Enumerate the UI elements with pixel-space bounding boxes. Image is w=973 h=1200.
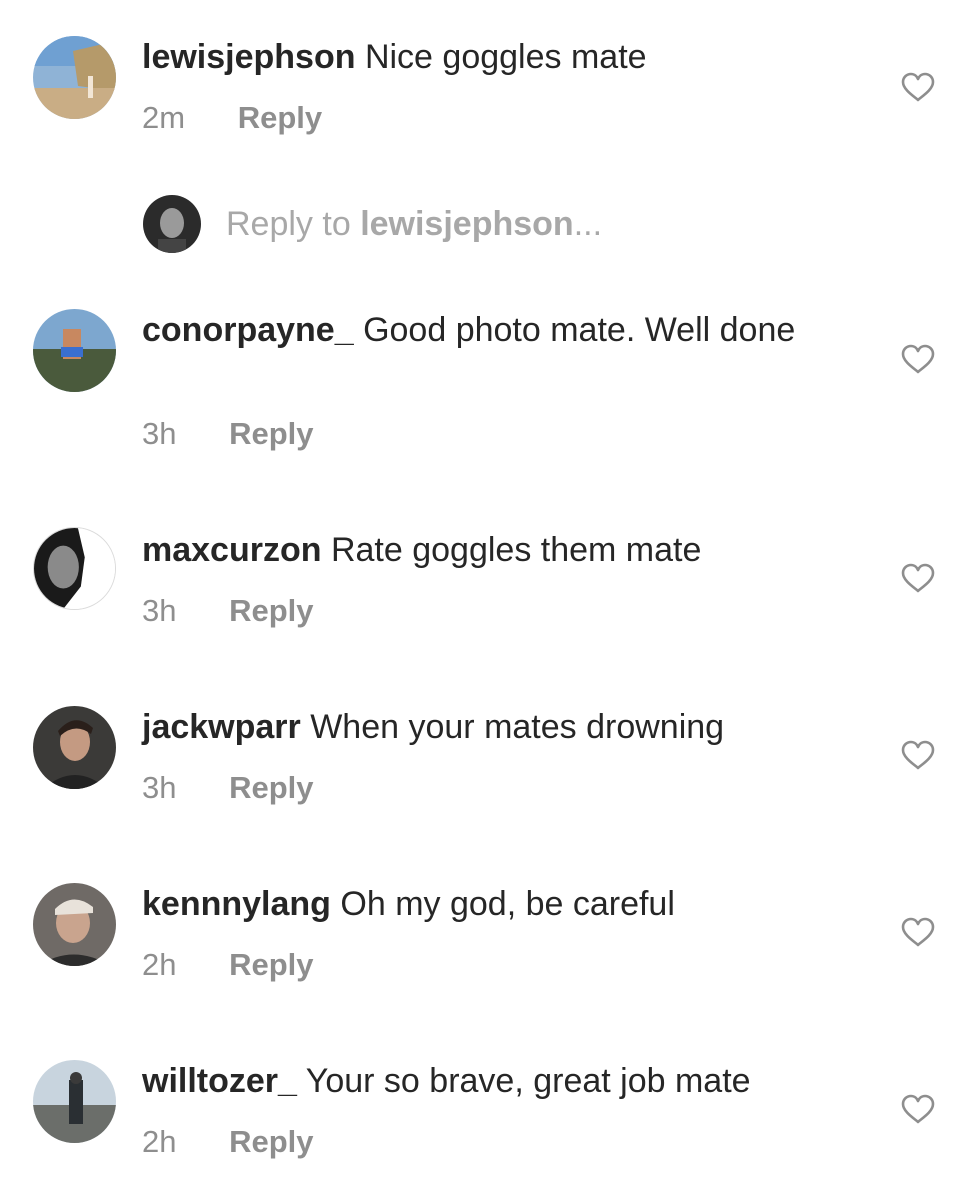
avatar[interactable] <box>33 527 116 610</box>
comment-text: conorpayne_ Good photo mate. Well done <box>142 309 842 351</box>
comment-username[interactable]: conorpayne_ <box>142 311 354 349</box>
reply-button[interactable]: Reply <box>229 1124 313 1160</box>
comment-timestamp: 3h <box>142 593 177 628</box>
comment-username[interactable]: maxcurzon <box>142 531 322 569</box>
reply-input-prefix: Reply to <box>226 205 361 243</box>
avatar[interactable] <box>33 706 116 789</box>
heart-icon[interactable] <box>901 740 935 770</box>
comment-text: willtozer_ Your so brave, great job mate <box>142 1060 842 1102</box>
comment-username[interactable]: lewisjephson <box>142 38 356 76</box>
comment-timestamp: 3h <box>142 770 177 805</box>
reply-input-target: lewisjephson <box>360 205 574 243</box>
comment-timestamp: 3h <box>142 416 177 451</box>
reply-button[interactable]: Reply <box>229 416 313 452</box>
comment-timestamp: 2m <box>142 100 186 135</box>
comment-meta: 3h Reply <box>142 416 314 452</box>
avatar <box>143 195 201 253</box>
reply-button[interactable]: Reply <box>238 100 322 136</box>
heart-icon[interactable] <box>901 563 935 593</box>
comment-text: maxcurzon Rate goggles them mate <box>142 529 842 571</box>
reply-input[interactable]: Reply to lewisjephson... <box>226 203 602 245</box>
comment-body: Rate goggles them mate <box>330 531 702 569</box>
comment-body: Good photo mate. Well done <box>363 311 796 349</box>
heart-icon[interactable] <box>901 917 935 947</box>
reply-input-suffix: ... <box>573 205 603 243</box>
comment-body: Oh my god, be careful <box>340 885 675 923</box>
comment-text: jackwparr When your mates drowning <box>142 706 842 748</box>
comment-meta: 2h Reply <box>142 947 314 983</box>
comment-meta: 3h Reply <box>142 770 314 806</box>
comment-meta: 2h Reply <box>142 1124 314 1160</box>
reply-button[interactable]: Reply <box>229 770 313 806</box>
comment-username[interactable]: willtozer_ <box>142 1062 297 1100</box>
heart-icon[interactable] <box>901 1094 935 1124</box>
reply-button[interactable]: Reply <box>229 947 313 983</box>
avatar[interactable] <box>33 1060 116 1143</box>
comment-username[interactable]: kennnylang <box>142 885 331 923</box>
heart-icon[interactable] <box>901 72 935 102</box>
comment-body: Nice goggles mate <box>364 38 647 76</box>
heart-icon[interactable] <box>901 344 935 374</box>
avatar[interactable] <box>33 36 116 119</box>
comment-body: Your so brave, great job mate <box>305 1062 751 1100</box>
reply-button[interactable]: Reply <box>229 593 313 629</box>
avatar[interactable] <box>33 883 116 966</box>
reply-composer: Reply to lewisjephson... <box>143 193 843 253</box>
comment-username[interactable]: jackwparr <box>142 708 301 746</box>
comment-meta: 2m Reply <box>142 100 322 136</box>
avatar[interactable] <box>33 309 116 392</box>
comment-text: kennnylang Oh my god, be careful <box>142 883 842 925</box>
comment-meta: 3h Reply <box>142 593 314 629</box>
comment-timestamp: 2h <box>142 947 177 982</box>
comment-timestamp: 2h <box>142 1124 177 1159</box>
comment-body: When your mates drowning <box>310 708 725 746</box>
comment-text: lewisjephson Nice goggles mate <box>142 36 842 78</box>
